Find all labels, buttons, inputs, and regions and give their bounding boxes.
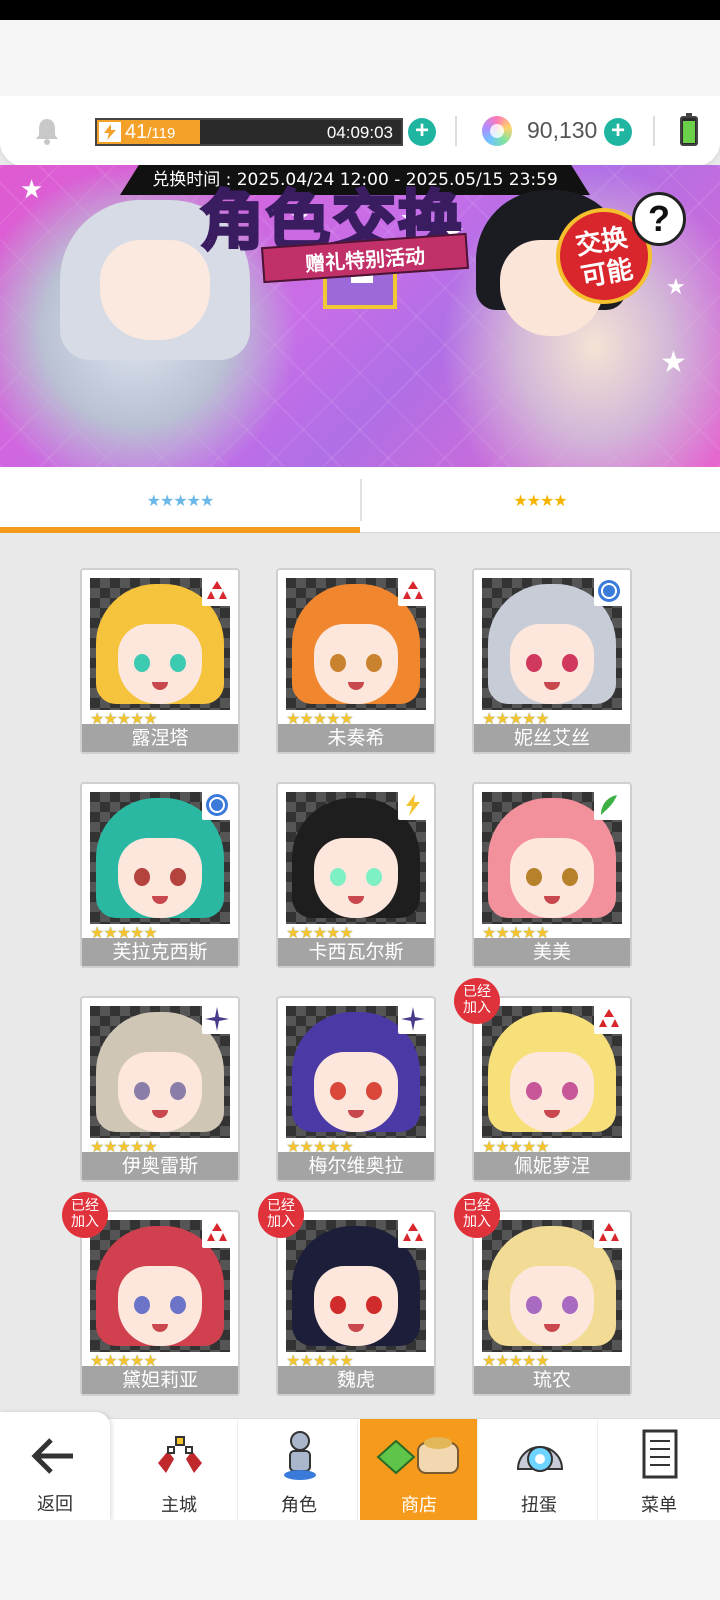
spade-icon [594,1004,624,1034]
spade-icon [398,576,428,606]
menu-icon [634,1429,686,1481]
nav-label: 扭蛋 [521,1495,557,1516]
character-card[interactable]: ★★★★★ 伊奥雷斯 [80,996,240,1182]
nav-shop[interactable]: 商店 [360,1419,478,1521]
sparkle-icon [398,1004,428,1034]
five-star-icon: ★★★★★ [146,490,215,510]
character-name: 美美 [474,938,630,966]
character-name: 梅尔维奥拉 [278,1152,434,1180]
gacha-icon [514,1429,566,1481]
character-name: 卡西瓦尔斯 [278,938,434,966]
nav-label: 主城 [161,1495,197,1516]
sparkle-icon [202,1004,232,1034]
nav-label: 商店 [401,1495,437,1516]
character-name: 未奏希 [278,724,434,752]
add-stamina-button[interactable]: + [408,118,436,146]
bell-icon[interactable] [32,116,62,146]
character-icon [274,1429,326,1481]
status-area [0,20,720,100]
back-label: 返回 [37,1494,73,1515]
tab-four-star[interactable]: ★★★★ [360,467,720,533]
character-name: 琉农 [474,1366,630,1394]
nav-label: 菜单 [641,1495,677,1516]
character-name: 妮丝艾丝 [474,724,630,752]
character-name: 佩妮萝涅 [474,1152,630,1180]
nav-gacha[interactable]: 扭蛋 [480,1419,598,1521]
character-card[interactable]: ★★★★★ 芙拉克西斯 [80,782,240,968]
help-button[interactable]: ? [632,192,686,246]
spade-icon [594,1218,624,1248]
nav-label: 角色 [281,1495,317,1516]
nav-main-city[interactable]: 主城 [120,1419,238,1521]
divider [455,116,457,146]
divider [653,116,655,146]
joined-badge: 已经 加入 [62,1192,108,1238]
character-name: 伊奥雷斯 [82,1152,238,1180]
spade-icon [202,576,232,606]
joined-badge: 已经 加入 [454,978,500,1024]
nav-characters[interactable]: 角色 [240,1419,358,1521]
gem-count: 90,130 [527,117,598,143]
character-card[interactable]: ★★★★★ 妮丝艾丝 [472,568,632,754]
character-card[interactable]: ★★★★★ 美美 [472,782,632,968]
character-card[interactable]: ★★★★★ 黛妲莉亚 已经 加入 [62,1192,240,1396]
back-arrow-icon [28,1430,80,1482]
system-nav-area [0,1520,720,1600]
stamina-timer: 04:09:03 [326,123,393,142]
circle-icon [202,790,232,820]
bolt-icon [99,122,121,142]
four-star-icon: ★★★★ [513,490,567,510]
status-bar [0,0,720,20]
leaf-icon [594,790,624,820]
character-card[interactable]: ★★★★★ 琉农 已经 加入 [454,1192,632,1396]
joined-badge: 已经 加入 [454,1192,500,1238]
banner-face-left [100,240,210,340]
bolt-icon [398,790,428,820]
character-name: 芙拉克西斯 [82,938,238,966]
character-name: 露涅塔 [82,724,238,752]
spade-icon [202,1218,232,1248]
back-button[interactable]: 返回 [0,1412,110,1520]
character-card[interactable]: ★★★★★ 露涅塔 [80,568,240,754]
add-gems-button[interactable]: + [604,118,632,146]
character-card[interactable]: ★★★★★ 魏虎 已经 加入 [258,1192,436,1396]
character-card[interactable]: ★★★★★ 佩妮萝涅 已经 加入 [454,978,632,1182]
circle-icon [594,576,624,606]
spade-icon [398,1218,428,1248]
character-name: 黛妲莉亚 [82,1366,238,1394]
stamina-value: 41/119 [125,121,176,143]
castle-icon [154,1429,206,1481]
nav-menu[interactable]: 菜单 [600,1419,718,1521]
character-card[interactable]: ★★★★★ 梅尔维奥拉 [276,996,436,1182]
joined-badge: 已经 加入 [258,1192,304,1238]
stamina-bar: 41/119 04:09:03 [95,118,403,146]
character-name: 魏虎 [278,1366,434,1394]
character-card[interactable]: ★★★★★ 卡西瓦尔斯 [276,782,436,968]
tab-indicator [0,527,360,533]
battery-icon [680,113,698,146]
rarity-tabs: ★★★★★ ★★★★ [0,467,720,533]
shop-icon [374,1429,464,1481]
character-card[interactable]: ★★★★★ 未奏希 [276,568,436,754]
tab-five-star[interactable]: ★★★★★ [0,467,360,533]
gem-icon [482,116,512,146]
